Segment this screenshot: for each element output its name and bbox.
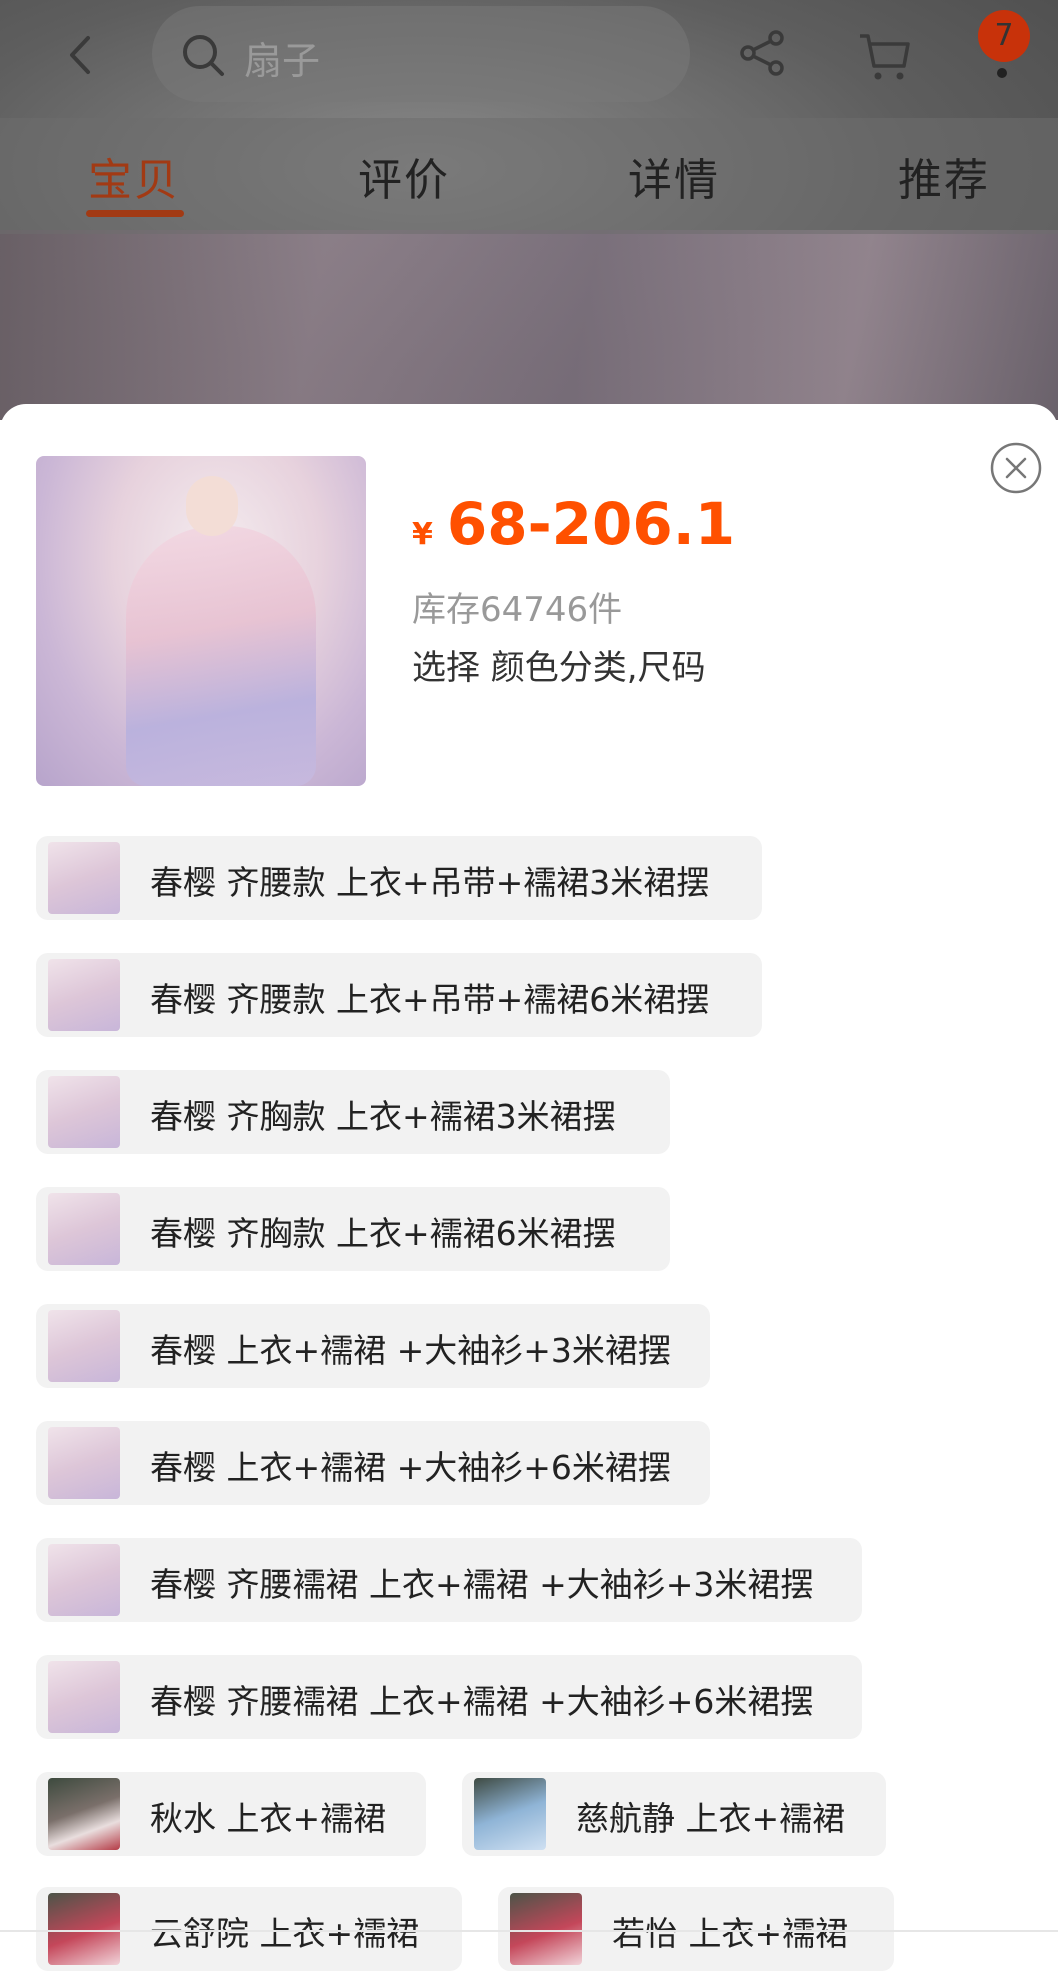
option-thumbnail <box>510 1893 582 1965</box>
sku-selection-sheet: ¥68-206.1 库存64746件 选择 颜色分类,尺码 春樱 齐腰款 上衣+… <box>0 404 1058 1971</box>
option-label: 春樱 上衣+襦裙 +大袖衫+3米裙摆 <box>150 1331 671 1370</box>
option-thumbnail <box>48 842 120 914</box>
tab-item[interactable]: 宝贝 <box>88 144 180 208</box>
currency-symbol: ¥ <box>412 517 433 552</box>
option-label: 秋水 上衣+襦裙 <box>150 1799 387 1838</box>
sku-option[interactable]: 春樱 齐腰襦裙 上衣+襦裙 +大袖衫+6米裙摆 <box>36 1655 862 1739</box>
option-label: 春樱 齐腰款 上衣+吊带+襦裙3米裙摆 <box>150 863 710 902</box>
price: ¥68-206.1 <box>412 490 735 558</box>
sku-option[interactable]: 春樱 上衣+襦裙 +大袖衫+3米裙摆 <box>36 1304 710 1388</box>
sku-option[interactable]: 春樱 齐胸款 上衣+襦裙6米裙摆 <box>36 1187 670 1271</box>
option-thumbnail <box>48 1893 120 1965</box>
option-thumbnail <box>48 1076 120 1148</box>
option-label: 春樱 齐腰款 上衣+吊带+襦裙6米裙摆 <box>150 980 710 1019</box>
option-thumbnail <box>48 1778 120 1850</box>
thumbnail-dress-shape <box>126 526 316 786</box>
product-thumbnail[interactable] <box>36 456 366 786</box>
option-thumbnail <box>474 1778 546 1850</box>
sku-option[interactable]: 春樱 齐腰款 上衣+吊带+襦裙6米裙摆 <box>36 953 762 1037</box>
option-label: 春樱 齐腰襦裙 上衣+襦裙 +大袖衫+6米裙摆 <box>150 1682 814 1721</box>
price-range: 68-206.1 <box>446 490 736 558</box>
top-bar: 扇子 7 <box>0 0 1058 110</box>
active-tab-indicator <box>86 210 184 217</box>
tab-recommend[interactable]: 推荐 <box>898 144 990 208</box>
tab-details[interactable]: 详情 <box>628 144 720 208</box>
option-thumbnail <box>48 959 120 1031</box>
option-label: 春樱 齐腰襦裙 上衣+襦裙 +大袖衫+3米裙摆 <box>150 1565 814 1604</box>
search-bar[interactable]: 扇子 <box>152 6 690 102</box>
option-thumbnail <box>48 1193 120 1265</box>
option-thumbnail <box>48 1544 120 1616</box>
option-label: 春樱 齐胸款 上衣+襦裙6米裙摆 <box>150 1214 616 1253</box>
option-thumbnail <box>48 1310 120 1382</box>
sku-option[interactable]: 若怡 上衣+襦裙 <box>498 1887 894 1971</box>
sku-option[interactable]: 春樱 齐腰襦裙 上衣+襦裙 +大袖衫+3米裙摆 <box>36 1538 862 1622</box>
search-icon <box>183 35 224 76</box>
sku-option[interactable]: 春樱 齐腰款 上衣+吊带+襦裙3米裙摆 <box>36 836 762 920</box>
cart-button[interactable] <box>856 26 914 84</box>
sku-option[interactable]: 春樱 上衣+襦裙 +大袖衫+6米裙摆 <box>36 1421 710 1505</box>
product-image-backdrop <box>0 230 1058 420</box>
option-thumbnail <box>48 1427 120 1499</box>
product-tabs: 宝贝 评价 详情 推荐 <box>0 118 1058 234</box>
close-icon <box>990 442 1042 494</box>
share-icon <box>740 30 784 76</box>
shopping-cart-icon <box>860 34 910 80</box>
option-label: 慈航静 上衣+襦裙 <box>576 1799 846 1838</box>
close-button[interactable] <box>990 442 1042 494</box>
selection-prompt: 选择 颜色分类,尺码 <box>412 648 706 688</box>
share-button[interactable] <box>738 28 788 78</box>
back-button[interactable] <box>58 30 108 80</box>
thumbnail-figure-shape <box>186 476 238 536</box>
stock-count: 库存64746件 <box>412 590 623 630</box>
option-label: 春樱 齐胸款 上衣+襦裙3米裙摆 <box>150 1097 616 1136</box>
search-input-text: 扇子 <box>244 39 321 83</box>
option-label: 春樱 上衣+襦裙 +大袖衫+6米裙摆 <box>150 1448 671 1487</box>
bottom-divider <box>0 1930 1058 1932</box>
more-indicator-dot <box>997 68 1007 78</box>
sku-option[interactable]: 春樱 齐胸款 上衣+襦裙3米裙摆 <box>36 1070 670 1154</box>
option-thumbnail <box>48 1661 120 1733</box>
sku-option[interactable]: 秋水 上衣+襦裙 <box>36 1772 426 1856</box>
cart-count-badge: 7 <box>978 10 1030 62</box>
sku-option[interactable]: 慈航静 上衣+襦裙 <box>462 1772 886 1856</box>
sku-option[interactable]: 云舒院 上衣+襦裙 <box>36 1887 462 1971</box>
tab-reviews[interactable]: 评价 <box>358 144 450 208</box>
chevron-left-icon <box>70 36 90 74</box>
